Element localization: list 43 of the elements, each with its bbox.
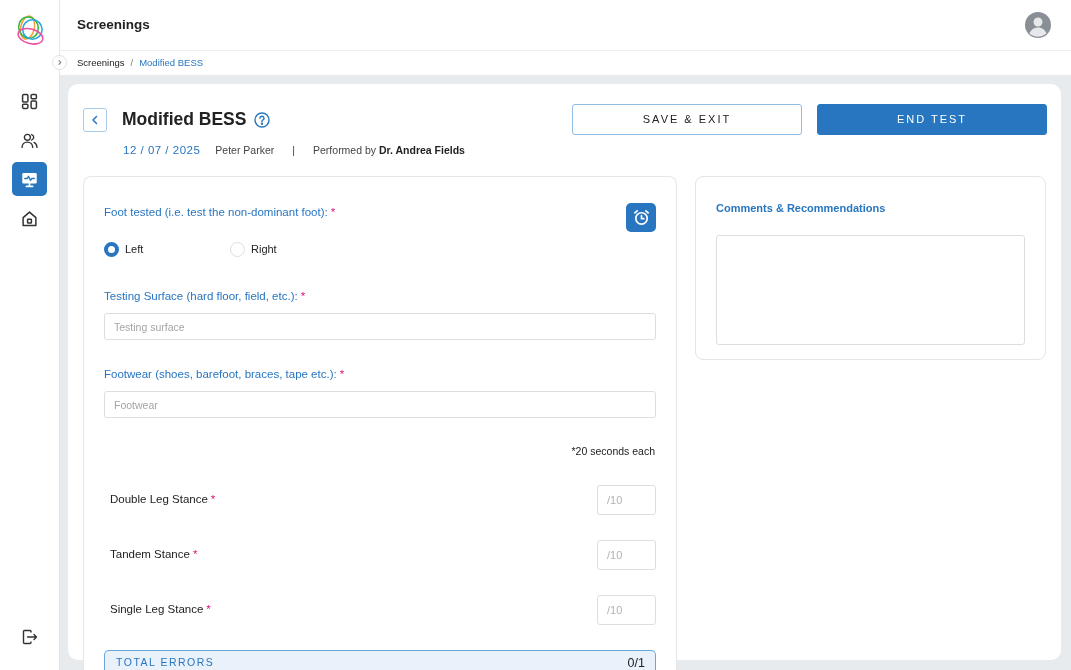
field-label: Footwear (shoes, barefoot, braces, tape etc.): * (104, 367, 345, 382)
end-test-button[interactable]: END TEST (817, 104, 1047, 135)
logout-icon (21, 629, 38, 645)
help-icon (254, 112, 271, 128)
total-errors-value: 0/1 (627, 657, 645, 670)
breadcrumb-separator: / (130, 55, 134, 70)
chevron-right-icon (56, 59, 63, 66)
breadcrumb-link[interactable]: Modified BESS (139, 55, 204, 71)
hint-text: *20 seconds each (570, 444, 656, 460)
patient-name: Peter Parker (215, 142, 275, 158)
save-exit-button[interactable]: SAVE & EXIT (572, 104, 802, 135)
alarm-clock-icon (631, 208, 651, 228)
performed-by-text: Performed by Dr. Andrea Fields (313, 142, 465, 158)
field-label: Testing Surface (hard floor, field, etc.): * (104, 288, 306, 304)
comments-label: Comments & Recommendations (716, 201, 887, 217)
people-icon (21, 131, 38, 149)
radio-label: Left (125, 242, 144, 258)
sidebar-toggle-button[interactable] (52, 55, 67, 70)
total-errors-label: TOTAL ERRORS (116, 657, 215, 668)
separator-text: | (292, 142, 296, 158)
score-input-field[interactable]: /10 (597, 540, 656, 570)
score-input-field[interactable]: /10 (597, 595, 656, 625)
user-avatar-icon (1025, 12, 1051, 38)
monitor-icon (21, 170, 38, 188)
home-icon (21, 209, 38, 227)
test-date: 12 / 07 / 2025 (123, 143, 201, 158)
breadcrumb-link[interactable]: Screenings (77, 55, 125, 71)
page-title: Screenings (77, 15, 150, 34)
field-label: Tandem Stance * (110, 547, 198, 563)
field-label: Foot tested (i.e. test the non-dominant foot): * (104, 205, 336, 221)
timer-button[interactable] (626, 203, 656, 233)
test-title: Modified BESS (122, 111, 247, 129)
field-label: Single Leg Stance * (110, 602, 211, 618)
score-input-field[interactable]: /10 (597, 485, 656, 515)
logout-button[interactable] (21, 629, 38, 645)
comments-field[interactable] (716, 234, 1025, 345)
text-input-field[interactable]: Footwear (104, 391, 656, 419)
text-input-field[interactable]: Testing surface (104, 313, 656, 340)
radio-button[interactable] (104, 242, 119, 257)
radio-label: Right (251, 242, 277, 258)
field-label: Double Leg Stance * (110, 492, 216, 508)
chevron-left-icon (90, 115, 100, 125)
dashboard-icon (21, 92, 38, 110)
